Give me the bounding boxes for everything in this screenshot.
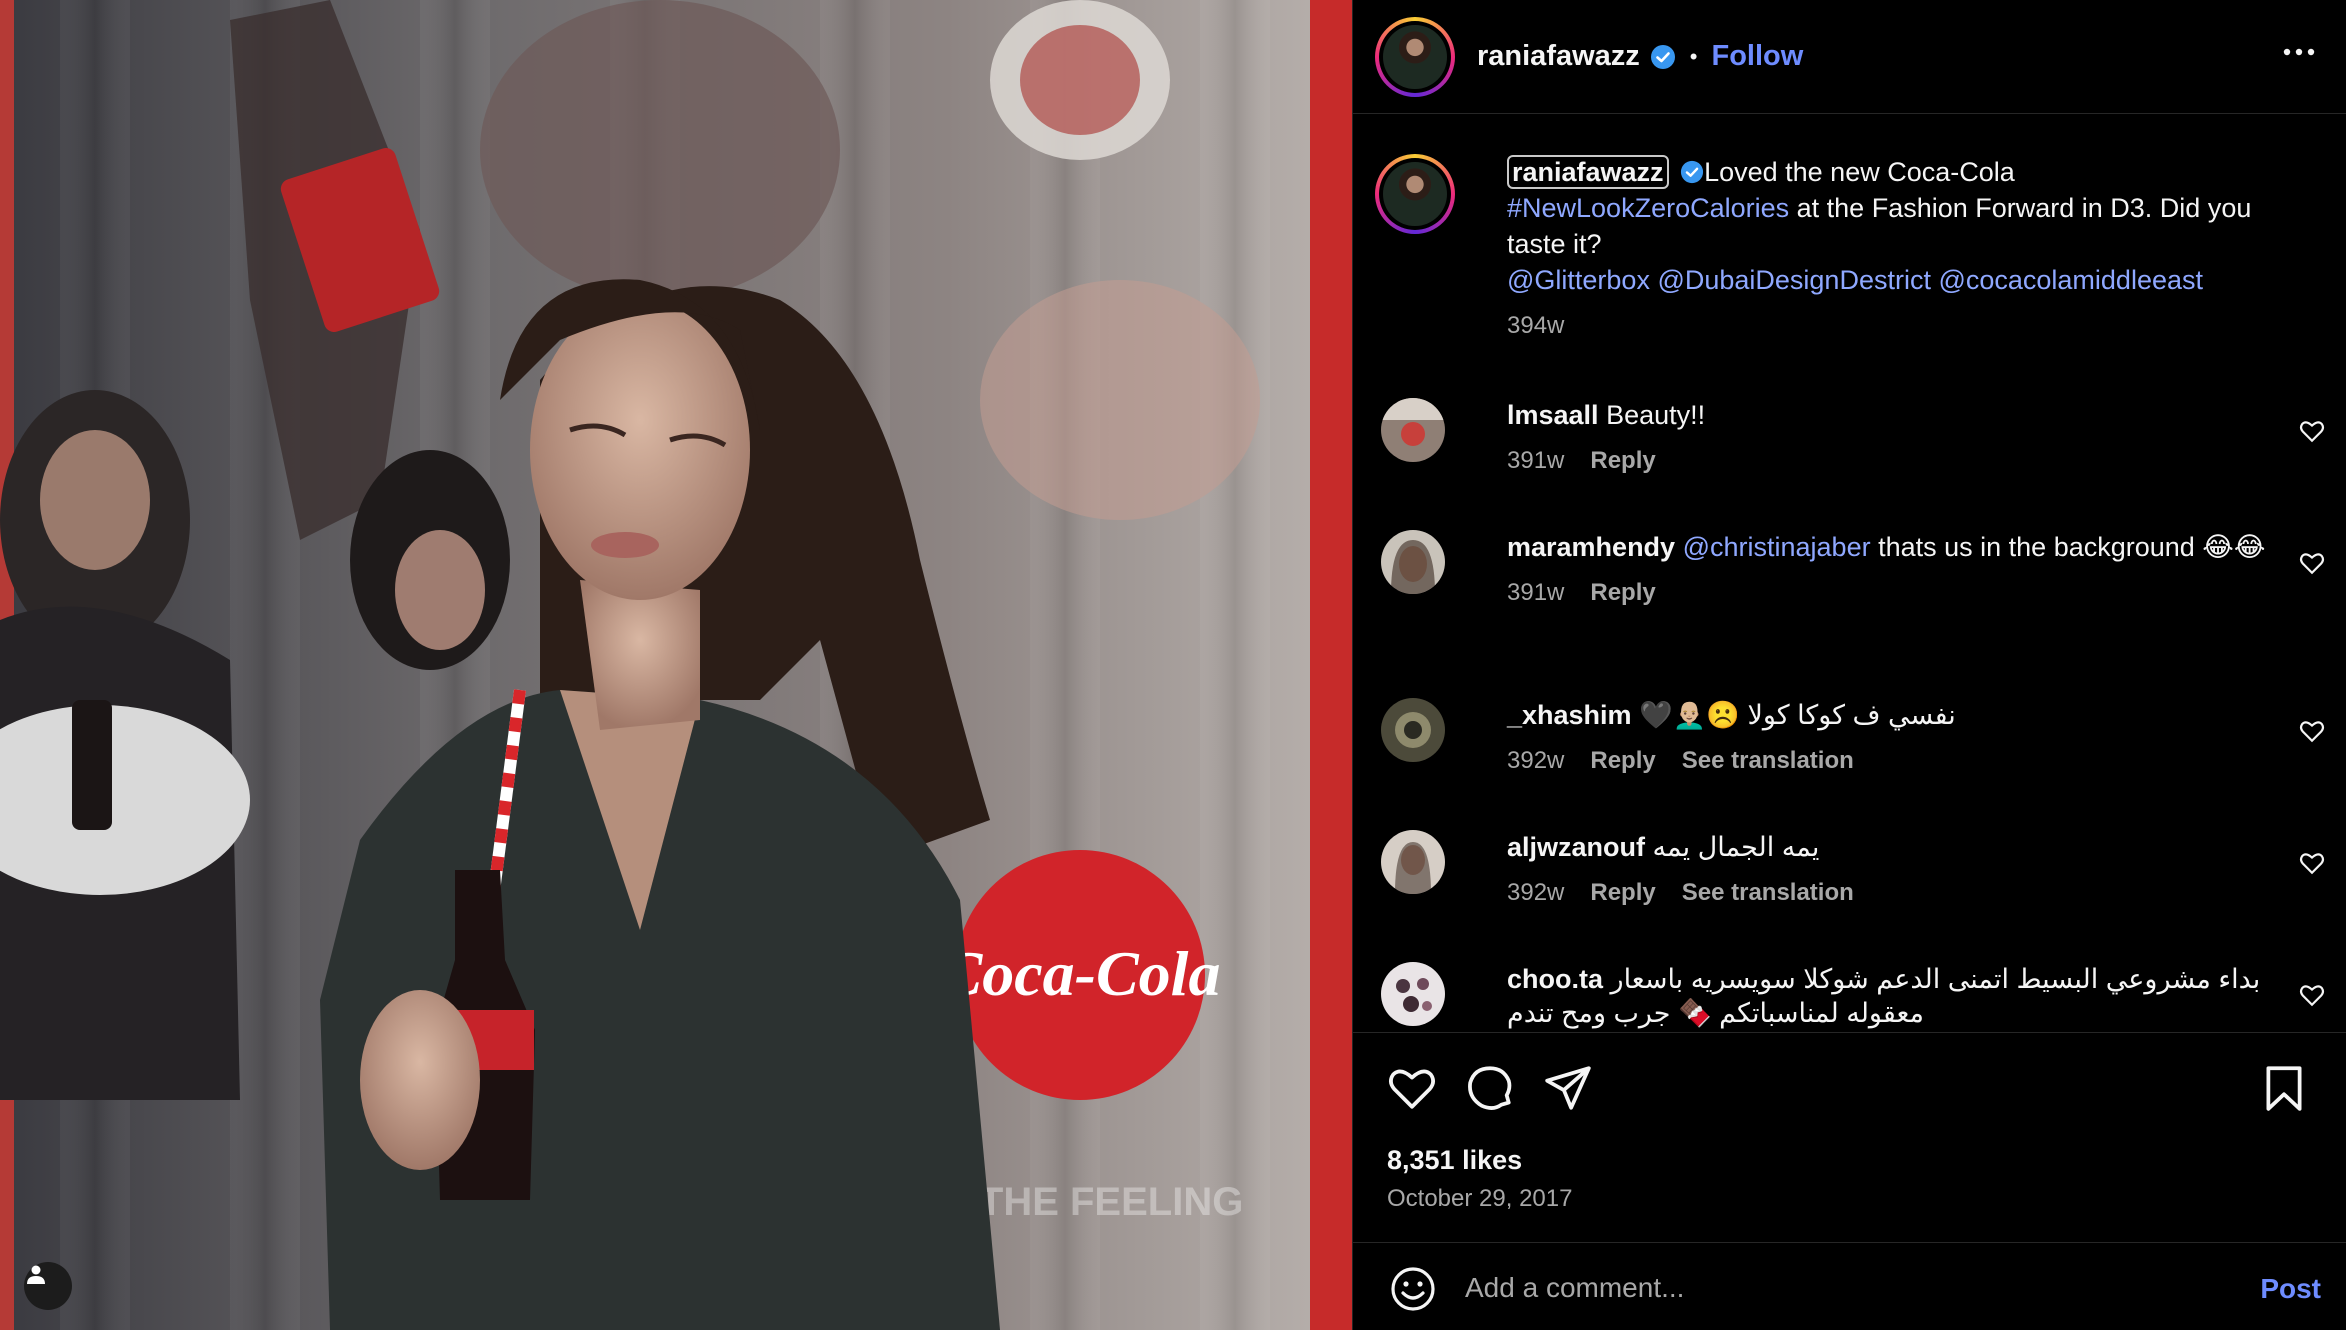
comment-age: 391w	[1507, 447, 1565, 474]
user-tag-button[interactable]	[24, 1262, 72, 1310]
comment-icon[interactable]	[1465, 1063, 1515, 1113]
share-icon[interactable]	[1543, 1063, 1593, 1113]
comment-text: 🖤👨🏼‍🦲☹️ نفسي ف كوكا كولا	[1639, 700, 1956, 730]
likes-count[interactable]: 8,351 likes	[1387, 1145, 1522, 1176]
comment-age: 392w	[1507, 747, 1565, 774]
comment-text: يمه الجمال يمه	[1652, 832, 1820, 862]
heart-icon[interactable]	[2299, 418, 2325, 444]
coca-cola-logo-text: Coca-Cola	[940, 938, 1221, 1009]
author-username[interactable]: raniafawazz	[1477, 40, 1640, 73]
post-actions: 8,351 likes October 29, 2017	[1353, 1032, 2346, 1242]
caption-mentions[interactable]: @Glitterbox @DubaiDesignDestrict @cocaco…	[1507, 265, 2203, 295]
post-photo-illustration: Coca-Cola TE THE FEELING	[0, 0, 1352, 1330]
see-translation-button[interactable]: See translation	[1682, 747, 1854, 774]
commenter-avatar[interactable]	[1381, 830, 1445, 894]
commenter-avatar[interactable]	[1381, 962, 1445, 1026]
heart-icon[interactable]	[2299, 982, 2325, 1008]
comment-composer: Post	[1353, 1242, 2346, 1330]
user-tag-icon	[27, 1265, 45, 1284]
comment-username[interactable]: choo.ta	[1507, 964, 1603, 994]
commenter-avatar[interactable]	[1381, 530, 1445, 594]
emoji-icon[interactable]	[1389, 1265, 1437, 1313]
caption-hashtag[interactable]: #NewLookZeroCalories	[1507, 193, 1789, 223]
reply-button[interactable]: Reply	[1590, 579, 1655, 606]
caption-text-1: Loved the new Coca-Cola	[1704, 157, 2015, 187]
comment-age: 391w	[1507, 579, 1565, 606]
caption-age: 394w	[1507, 312, 1565, 339]
comment-text: thats us in the background 😂😂	[1870, 532, 2266, 562]
comments-list[interactable]: raniafawazz Loved the new Coca-Cola #New…	[1353, 114, 2346, 1032]
caption-avatar[interactable]	[1375, 154, 1455, 234]
commenter-avatar[interactable]	[1381, 698, 1445, 762]
comment-mention[interactable]: @christinajaber	[1683, 532, 1871, 562]
more-options-icon[interactable]	[2281, 42, 2317, 62]
post-photo[interactable]: Coca-Cola TE THE FEELING	[0, 0, 1352, 1330]
header-separator: •	[1689, 43, 1698, 69]
comment-username[interactable]: aljwzanouf	[1507, 832, 1645, 862]
reply-button[interactable]: Reply	[1590, 747, 1655, 774]
reply-button[interactable]: Reply	[1590, 879, 1655, 906]
verified-badge-icon	[1650, 44, 1676, 70]
heart-icon[interactable]	[1387, 1063, 1437, 1113]
heart-icon[interactable]	[2299, 550, 2325, 576]
post-header: raniafawazz • Follow	[1353, 0, 2346, 114]
comment-username[interactable]: lmsaall	[1507, 400, 1599, 430]
verified-badge-icon	[1681, 160, 1704, 184]
post-comment-button[interactable]: Post	[2260, 1273, 2321, 1305]
heart-icon[interactable]	[2299, 850, 2325, 876]
see-translation-button[interactable]: See translation	[1682, 879, 1854, 906]
reply-button[interactable]: Reply	[1590, 447, 1655, 474]
caption-username[interactable]: raniafawazz	[1507, 155, 1669, 189]
bookmark-icon[interactable]	[2259, 1063, 2309, 1113]
comment-username[interactable]: _xhashim	[1507, 700, 1632, 730]
post-date: October 29, 2017	[1387, 1185, 1573, 1212]
comment-text: Beauty!!	[1606, 400, 1706, 430]
comment-text: بداء مشروعي البسيط اتمنى الدعم شوكلا سوي…	[1507, 964, 2261, 1028]
heart-icon[interactable]	[2299, 718, 2325, 744]
comment-username[interactable]: maramhendy	[1507, 532, 1675, 562]
commenter-avatar[interactable]	[1381, 398, 1445, 462]
follow-button[interactable]: Follow	[1712, 40, 1804, 73]
comment-age: 392w	[1507, 879, 1565, 906]
author-avatar[interactable]	[1375, 16, 1455, 97]
comment-input[interactable]	[1465, 1263, 2185, 1313]
post-side-panel: raniafawazz • Follow raniafawazz Loved t…	[1352, 0, 2346, 1330]
